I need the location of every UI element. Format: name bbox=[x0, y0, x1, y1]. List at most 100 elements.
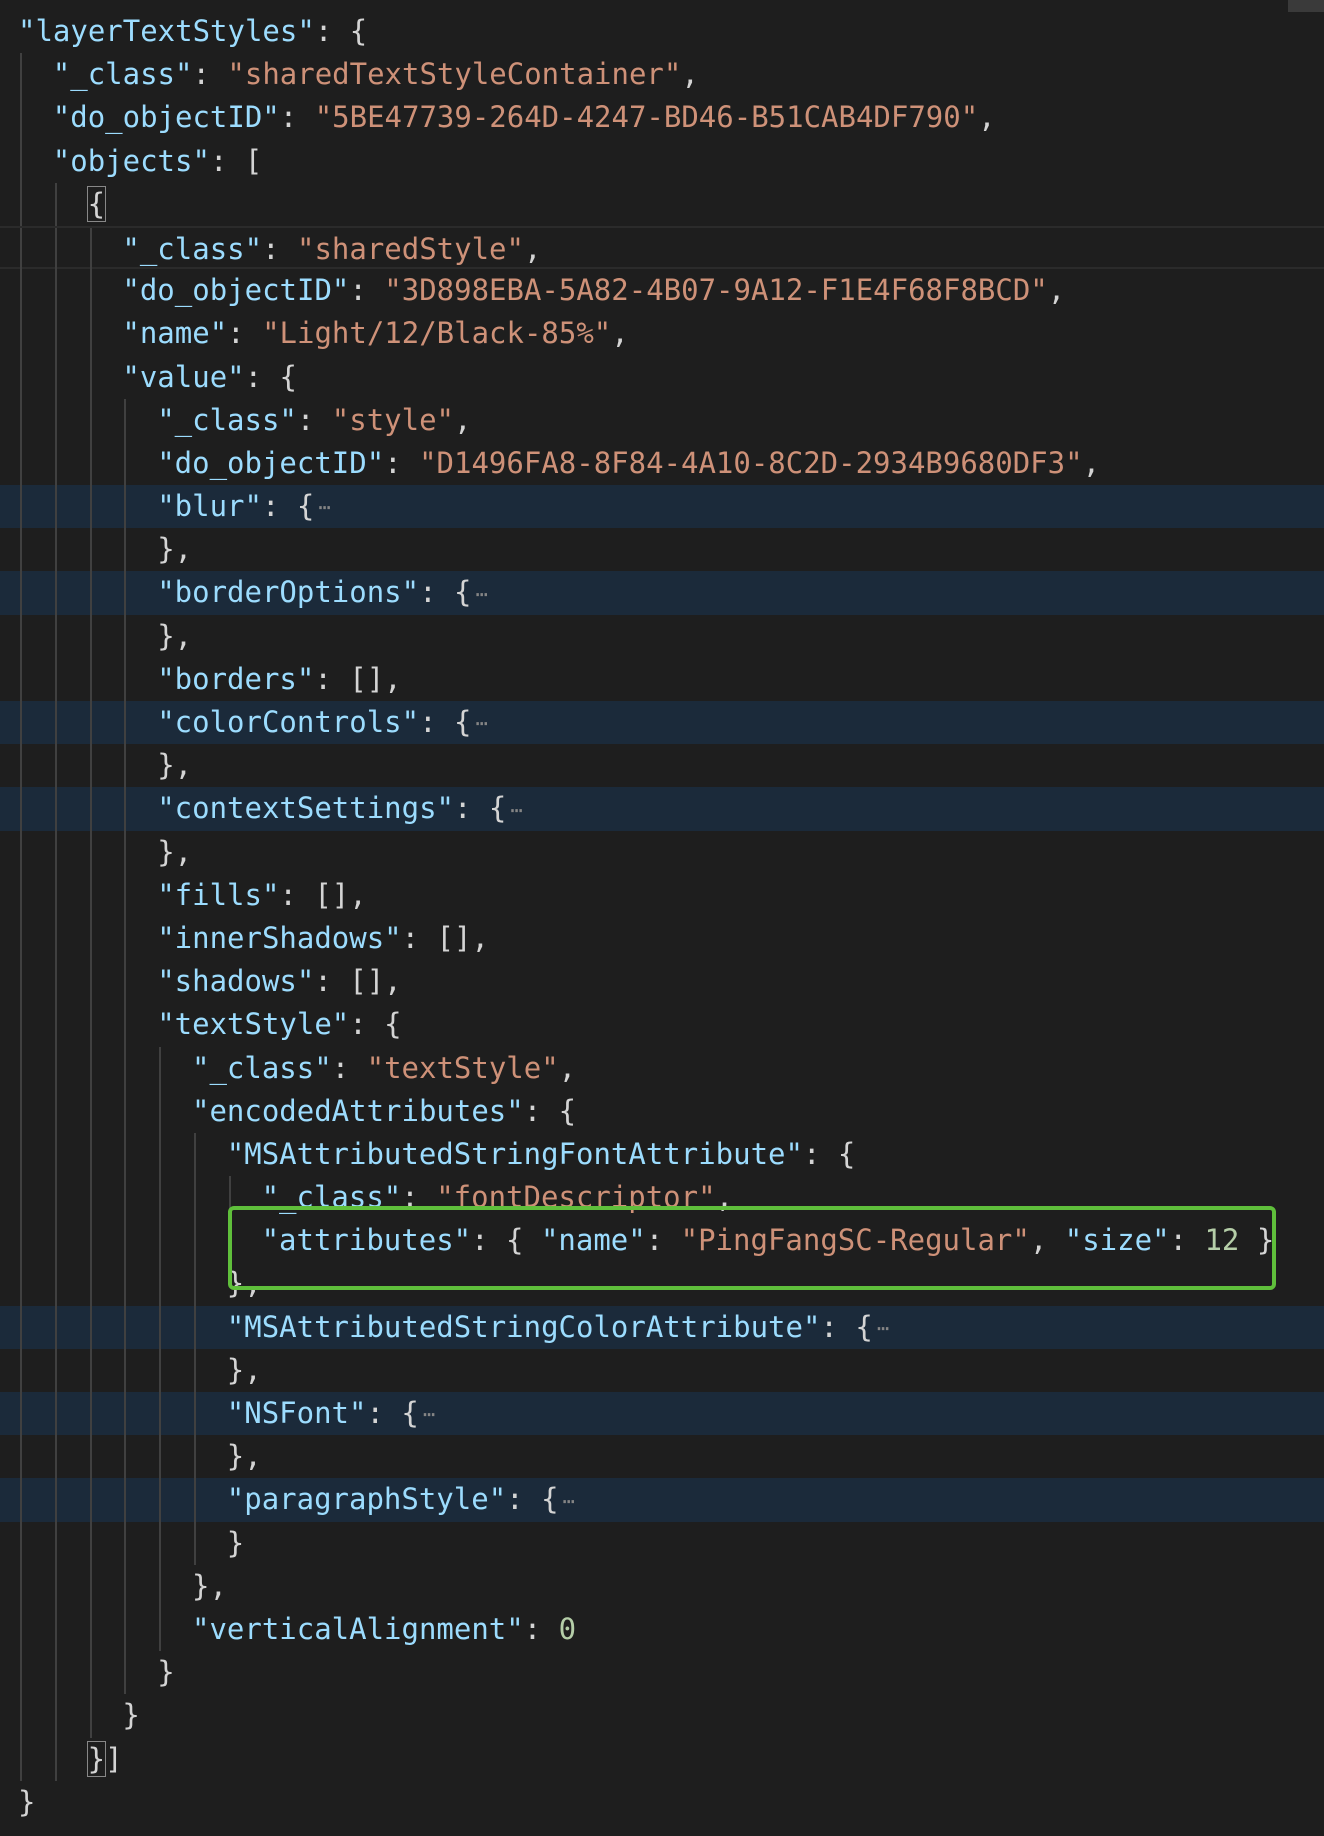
code-line[interactable]: "layerTextStyles": { bbox=[0, 10, 1324, 53]
ellipsis-icon[interactable]: ⋯ bbox=[475, 711, 487, 735]
indent-guide bbox=[89, 571, 92, 615]
code-line[interactable]: "do_objectID": "3D898EBA-5A82-4B07-9A12-… bbox=[0, 269, 1324, 313]
code-line[interactable]: } bbox=[0, 1781, 1324, 1824]
code-line[interactable]: }, bbox=[0, 1435, 1324, 1479]
code-line[interactable]: } bbox=[0, 1521, 1324, 1565]
code-token: : { bbox=[314, 14, 368, 48]
code-token: : { bbox=[454, 791, 507, 826]
indent-guide bbox=[124, 1089, 127, 1133]
code-line[interactable]: "_class": "textStyle", bbox=[0, 1046, 1324, 1090]
code-line[interactable]: "attributes": { "name": "PingFangSC-Regu… bbox=[0, 1219, 1324, 1263]
code-line[interactable]: }, bbox=[0, 528, 1324, 572]
code-line[interactable]: "encodedAttributes": { bbox=[0, 1089, 1324, 1133]
indent-guide bbox=[20, 787, 22, 831]
code-line[interactable]: "fills": [], bbox=[0, 873, 1324, 917]
ellipsis-icon[interactable]: ⋯ bbox=[475, 582, 487, 606]
code-line[interactable]: "shadows": [], bbox=[0, 960, 1324, 1004]
code-line[interactable]: { bbox=[0, 182, 1324, 226]
code-token: "borderOptions" bbox=[157, 575, 420, 610]
code-token: : bbox=[523, 1611, 559, 1646]
indent-guide bbox=[20, 1262, 22, 1306]
code-line[interactable]: "objects": [ bbox=[0, 139, 1324, 183]
indent-guide bbox=[54, 1262, 57, 1306]
code-line[interactable]: "do_objectID": "D1496FA8-8F84-4A10-8C2D-… bbox=[0, 441, 1324, 486]
indent-guide bbox=[20, 701, 22, 745]
ellipsis-icon[interactable]: ⋯ bbox=[563, 1489, 575, 1513]
indent-guide bbox=[20, 1176, 22, 1220]
code-line-content: { bbox=[86, 183, 107, 226]
code-line[interactable]: "innerShadows": [], bbox=[0, 916, 1324, 961]
code-line[interactable]: }] bbox=[0, 1737, 1324, 1781]
code-line[interactable]: "value": { bbox=[0, 355, 1324, 399]
indent-guide bbox=[54, 182, 57, 226]
code-line-content: } bbox=[157, 1651, 174, 1694]
indent-guide bbox=[89, 1651, 92, 1695]
code-token: "NSFont" bbox=[226, 1396, 367, 1430]
code-line[interactable]: "paragraphStyle": {⋯ bbox=[0, 1478, 1324, 1522]
code-line[interactable]: "name": "Light/12/Black-85%", bbox=[0, 312, 1324, 356]
indent-guide bbox=[159, 1521, 162, 1565]
indent-guide bbox=[54, 1046, 57, 1090]
code-token: "shadows" bbox=[157, 964, 315, 999]
code-line[interactable]: }, bbox=[0, 614, 1324, 658]
indent-guide bbox=[89, 830, 92, 874]
indent-guide bbox=[159, 1219, 162, 1263]
code-line[interactable]: "_class": "style", bbox=[0, 398, 1324, 442]
code-line[interactable]: }, bbox=[0, 1348, 1324, 1392]
code-line-content: "do_objectID": "3D898EBA-5A82-4B07-9A12-… bbox=[122, 269, 1065, 312]
code-token: "sharedTextStyleContainer" bbox=[227, 57, 682, 92]
code-line[interactable]: "borderOptions": {⋯ bbox=[0, 571, 1324, 615]
code-line[interactable]: "do_objectID": "5BE47739-264D-4247-BD46-… bbox=[0, 96, 1324, 140]
code-line[interactable]: "contextSettings": {⋯ bbox=[0, 787, 1324, 831]
ellipsis-icon[interactable]: ⋯ bbox=[423, 1402, 435, 1426]
code-line[interactable]: "MSAttributedStringFontAttribute": { bbox=[0, 1132, 1324, 1177]
indent-guide bbox=[124, 1651, 127, 1695]
code-line[interactable]: "blur": {⋯ bbox=[0, 485, 1324, 529]
indent-guide bbox=[54, 787, 57, 831]
code-token: "do_objectID" bbox=[52, 100, 280, 135]
indent-guide bbox=[194, 1392, 196, 1436]
code-line[interactable]: "_class": "sharedStyle", bbox=[0, 225, 1324, 272]
code-line[interactable]: }, bbox=[0, 1564, 1324, 1608]
indent-guide bbox=[20, 312, 22, 356]
code-line[interactable]: "NSFont": {⋯ bbox=[0, 1392, 1324, 1436]
indent-guide bbox=[20, 1348, 22, 1392]
code-token: : { bbox=[261, 489, 315, 524]
code-line-content: "textStyle": { bbox=[157, 1003, 401, 1046]
indent-guide bbox=[159, 1392, 162, 1436]
code-line[interactable]: }, bbox=[0, 1262, 1324, 1306]
code-line[interactable]: "verticalAlignment": 0 bbox=[0, 1607, 1324, 1652]
code-editor[interactable]: "layerTextStyles": {"_class": "sharedTex… bbox=[0, 0, 1324, 1836]
indent-guide bbox=[124, 1478, 127, 1522]
code-line-content: }] bbox=[86, 1738, 123, 1781]
code-line[interactable]: }, bbox=[0, 744, 1324, 788]
code-line[interactable]: "textStyle": { bbox=[0, 1003, 1324, 1047]
code-token: : bbox=[384, 445, 420, 480]
indent-guide bbox=[20, 571, 22, 615]
ellipsis-icon[interactable]: ⋯ bbox=[877, 1316, 889, 1340]
code-token: "PingFangSC-Regular" bbox=[680, 1223, 1030, 1258]
ellipsis-icon[interactable]: ⋯ bbox=[510, 798, 522, 822]
ellipsis-icon[interactable]: ⋯ bbox=[318, 495, 330, 519]
indent-guide bbox=[124, 1132, 127, 1177]
code-line[interactable]: "borders": [], bbox=[0, 657, 1324, 701]
code-token: : bbox=[227, 316, 263, 351]
code-line-content: "colorControls": {⋯ bbox=[157, 701, 487, 746]
code-line[interactable]: "MSAttributedStringColorAttribute": {⋯ bbox=[0, 1305, 1324, 1349]
code-token: : [], bbox=[314, 661, 402, 696]
code-line[interactable]: } bbox=[0, 1694, 1324, 1738]
code-line[interactable]: "colorControls": {⋯ bbox=[0, 701, 1324, 746]
indent-guide bbox=[20, 1003, 22, 1047]
indent-guide bbox=[89, 1607, 92, 1652]
code-line[interactable]: "_class": "fontDescriptor", bbox=[0, 1176, 1324, 1220]
indent-guide bbox=[54, 1478, 57, 1522]
code-line-content: }, bbox=[157, 831, 192, 874]
code-token: "borders" bbox=[157, 661, 315, 696]
code-line-content: }, bbox=[157, 528, 192, 571]
code-token: "D1496FA8-8F84-4A10-8C2D-2934B9680DF3" bbox=[419, 445, 1083, 480]
code-line[interactable]: }, bbox=[0, 830, 1324, 874]
indent-guide bbox=[159, 1262, 162, 1306]
indent-guide bbox=[20, 485, 22, 529]
code-line[interactable]: "_class": "sharedTextStyleContainer", bbox=[0, 53, 1324, 97]
code-line[interactable]: } bbox=[0, 1651, 1324, 1695]
